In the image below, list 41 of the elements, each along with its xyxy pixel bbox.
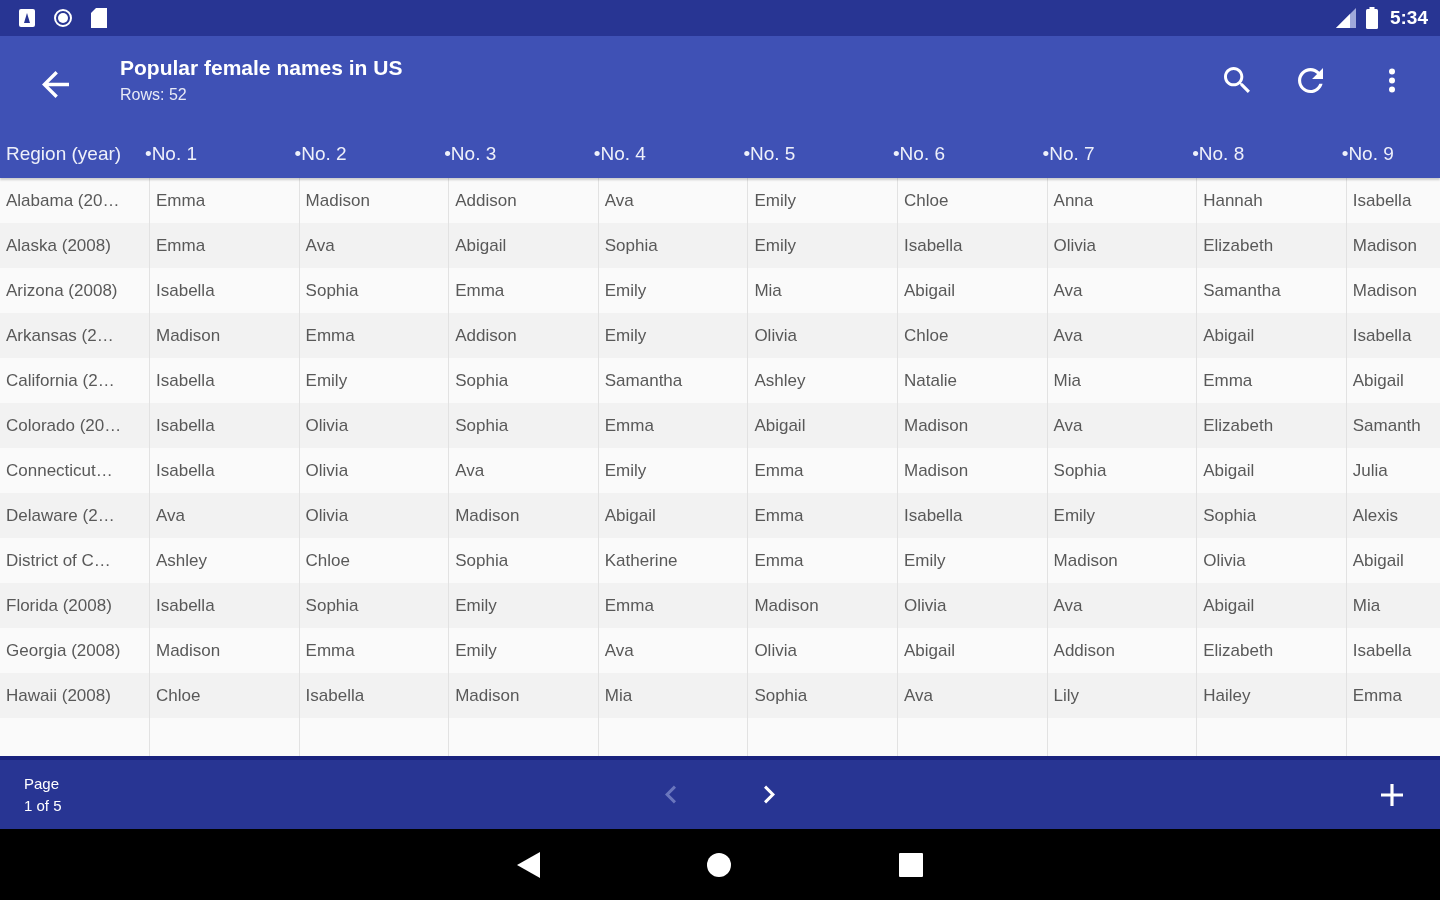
clock-time: 5:34 xyxy=(1389,7,1428,29)
column-header: •No. 2 xyxy=(294,143,347,165)
back-arrow-icon[interactable] xyxy=(42,70,69,98)
table-cell-text: Madison xyxy=(1351,279,1418,302)
screen-title: Popular female names in US xyxy=(120,55,403,81)
back-triangle-icon[interactable] xyxy=(517,851,540,878)
table-cell-text: Emma xyxy=(1351,684,1403,707)
column-header: Region (year) xyxy=(6,143,122,165)
page-label: Page xyxy=(24,774,60,793)
page-number: 1 of 5 xyxy=(24,796,62,815)
column-header: •No. 9 xyxy=(1341,143,1394,165)
more-options-icon[interactable] xyxy=(1389,67,1395,93)
circle-icon xyxy=(54,9,72,27)
column-header: •No. 5 xyxy=(743,143,796,165)
home-circle-icon[interactable] xyxy=(707,852,731,877)
table-cell-text: Abigail xyxy=(1351,549,1405,572)
row-count: Rows: 52 xyxy=(120,85,187,105)
sd-card-icon xyxy=(91,8,107,28)
column-header: •No. 7 xyxy=(1042,143,1095,165)
table-cell-text: Mia xyxy=(1351,594,1382,617)
notification-icon xyxy=(19,9,35,27)
table-cell-text: Isabella xyxy=(1351,189,1413,212)
column-header: •No. 4 xyxy=(593,143,646,165)
next-page-icon[interactable] xyxy=(764,785,775,804)
column-header: •No. 1 xyxy=(145,143,198,165)
plus-icon[interactable] xyxy=(1381,783,1403,806)
table-cell-text: Madison xyxy=(1351,234,1418,257)
battery-icon xyxy=(1365,7,1378,29)
table-cell-text: Samanth xyxy=(1351,414,1422,437)
search-icon[interactable] xyxy=(1224,67,1250,93)
column-header: •No. 6 xyxy=(892,143,946,165)
table-cell-text: Isabella xyxy=(1351,639,1413,662)
table-cell-text: Abigail xyxy=(1351,369,1405,392)
signal-icon xyxy=(1335,8,1356,28)
table-cell-text: Julia xyxy=(1351,459,1389,482)
recents-square-icon[interactable] xyxy=(899,852,923,877)
column-header: •No. 3 xyxy=(444,143,497,165)
column-header: •No. 8 xyxy=(1192,143,1245,165)
table-cell-text: Isabella xyxy=(1351,324,1413,347)
table-cell-text: Alexis xyxy=(1351,504,1400,527)
refresh-icon[interactable] xyxy=(1298,67,1323,93)
